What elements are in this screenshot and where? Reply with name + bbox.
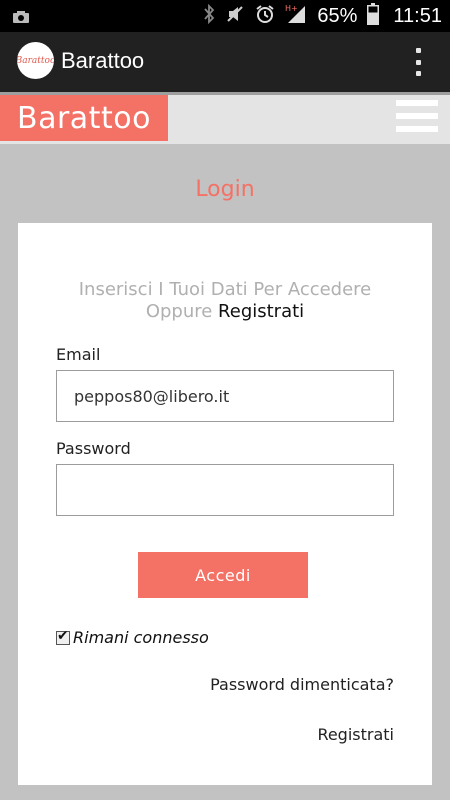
login-intro: Inserisci I Tuoi Dati Per Accedere Oppur… [18,279,432,323]
remember-checkbox[interactable] [56,628,70,645]
app-title: Barattoo [61,48,145,73]
app-logo-text: Barattoo [17,55,54,66]
register-link[interactable]: Registrati [317,725,394,744]
clock: 11:51 [393,4,442,27]
svg-text:H+: H+ [285,4,298,13]
overflow-menu-icon[interactable] [414,48,422,76]
intro-line-2: Oppure Registrati [18,301,432,323]
bluetooth-icon [203,3,215,28]
hamburger-icon[interactable] [396,100,438,132]
page-title: Login [195,177,255,202]
login-button[interactable]: Accedi [138,552,308,598]
battery-icon [367,3,380,29]
forgot-password-link[interactable]: Password dimenticata? [210,675,394,694]
email-label: Email [56,345,101,364]
app-bar: Barattoo Barattoo [0,32,450,92]
site-brand-text: Barattoo [17,100,151,136]
password-label: Password [56,439,131,458]
site-header: Barattoo [0,92,450,144]
app-logo: Barattoo [17,42,54,79]
remember-me[interactable]: Rimani connesso [56,628,209,647]
signal-icon: H+ [285,3,307,29]
alarm-icon [255,4,275,28]
intro-register-link[interactable]: Registrati [218,301,304,322]
intro-prefix: Oppure [145,301,219,322]
battery-percent: 65% [317,4,358,27]
camera-icon [12,9,30,28]
email-field[interactable] [56,370,394,422]
site-logo[interactable]: Barattoo [0,95,168,141]
intro-line-1: Inserisci I Tuoi Dati Per Accedere [78,279,372,300]
login-card: Inserisci I Tuoi Dati Per Accedere Oppur… [18,223,432,785]
remember-label: Rimani connesso [73,628,209,647]
mute-icon [225,4,245,28]
status-bar: H+ 65% 11:51 [0,0,450,32]
password-field[interactable] [56,464,394,516]
